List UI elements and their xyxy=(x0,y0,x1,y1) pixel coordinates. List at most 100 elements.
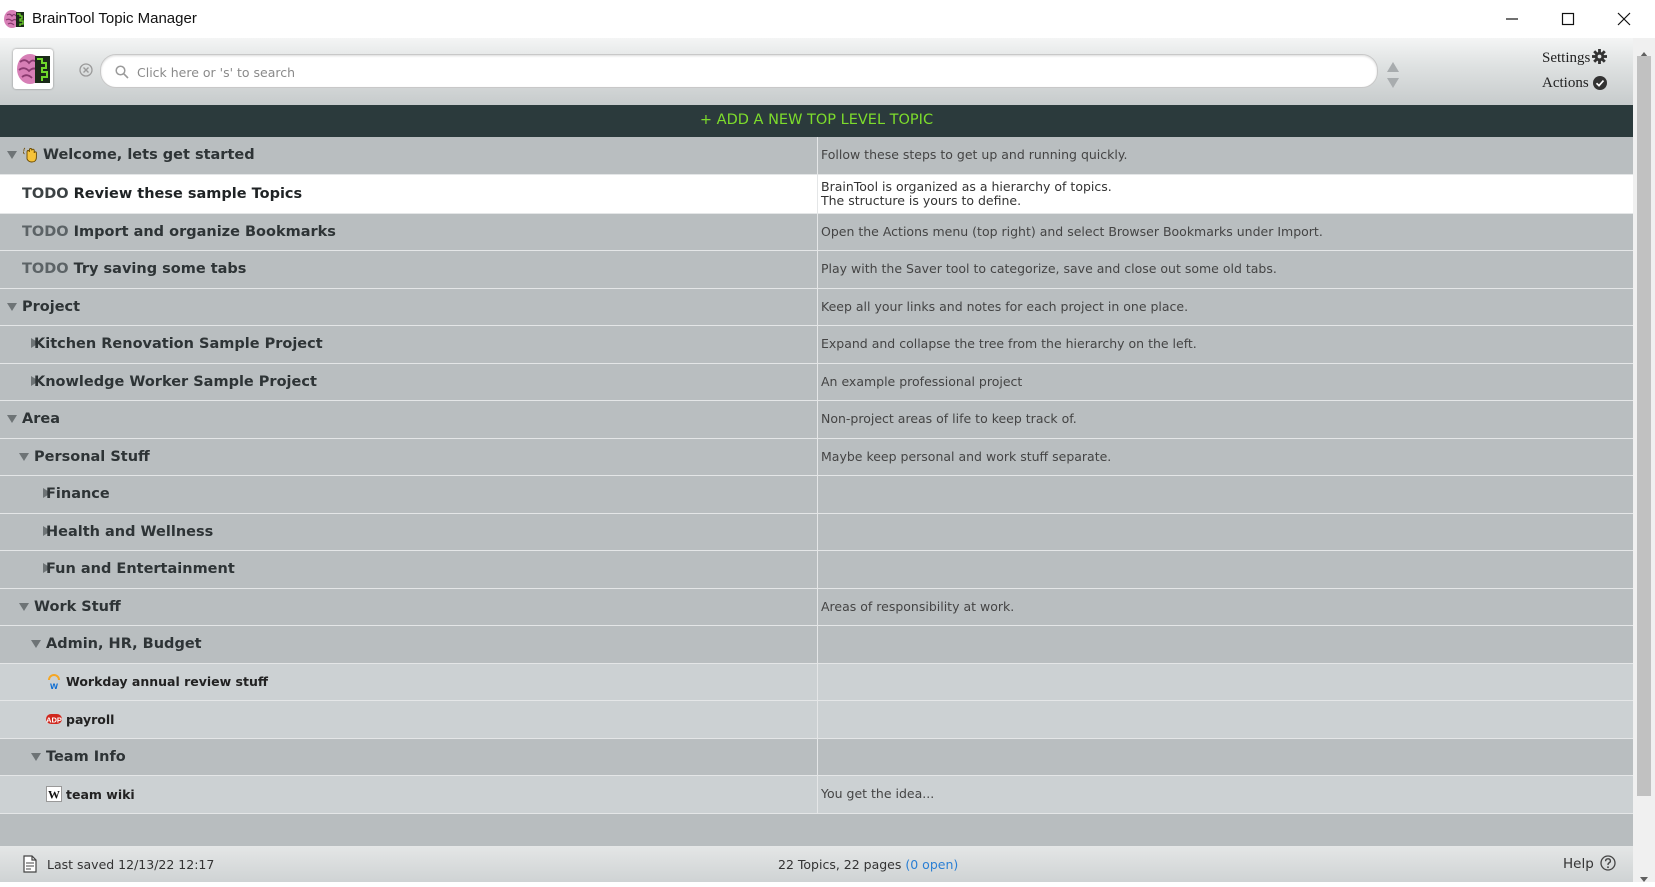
link-title[interactable]: ADP payroll xyxy=(46,701,114,738)
topic-note-cell[interactable] xyxy=(817,701,1633,738)
todo-badge[interactable]: TODO xyxy=(22,261,69,277)
topic-note-cell[interactable]: Maybe keep personal and work stuff separ… xyxy=(817,438,1633,475)
collapse-arrow-icon[interactable] xyxy=(7,302,17,311)
topic-title[interactable]: TODO Try saving some tabs xyxy=(22,251,246,288)
topic-name-cell[interactable]: TODO Try saving some tabs xyxy=(0,251,815,288)
topic-row[interactable]: Finance xyxy=(0,476,1633,514)
topic-note-cell[interactable] xyxy=(817,738,1633,775)
topic-row[interactable]: Kitchen Renovation Sample Project Expand … xyxy=(0,326,1633,364)
topic-note-cell[interactable]: Keep all your links and notes for each p… xyxy=(817,288,1633,325)
topic-row[interactable]: Admin, HR, Budget xyxy=(0,626,1633,664)
collapse-arrow-icon[interactable] xyxy=(19,602,29,611)
link-row[interactable]: Wteam wiki You get the idea... xyxy=(0,776,1633,814)
topic-note-cell[interactable]: Follow these steps to get up and running… xyxy=(817,137,1633,174)
topic-name-cell[interactable]: TODO Review these sample Topics xyxy=(0,175,815,213)
topic-title[interactable]: Welcome, lets get started xyxy=(22,137,255,174)
topic-title[interactable]: TODO Import and organize Bookmarks xyxy=(22,214,336,251)
topic-title[interactable]: Area xyxy=(22,401,60,438)
scrollbar-thumb[interactable] xyxy=(1637,56,1651,796)
topic-note-cell[interactable]: Expand and collapse the tree from the hi… xyxy=(817,326,1633,363)
topic-note-cell[interactable] xyxy=(817,513,1633,550)
topic-row[interactable]: Work Stuff Areas of responsibility at wor… xyxy=(0,588,1633,626)
link-row[interactable]: ADP payroll xyxy=(0,701,1633,739)
minimize-button[interactable] xyxy=(1484,0,1540,38)
scroll-down-icon[interactable] xyxy=(1639,868,1649,887)
topic-title[interactable]: Health and Wellness xyxy=(46,514,213,551)
topic-row[interactable]: Project Keep all your links and notes for… xyxy=(0,288,1633,326)
topic-title[interactable]: Fun and Entertainment xyxy=(46,551,235,588)
todo-badge[interactable]: TODO xyxy=(22,224,69,240)
topic-title[interactable]: Kitchen Renovation Sample Project xyxy=(34,326,323,363)
link-row[interactable]: w Workday annual review stuff xyxy=(0,663,1633,701)
topic-note-cell[interactable]: BrainTool is organized as a hierarchy of… xyxy=(817,174,1633,213)
braintool-logo[interactable] xyxy=(13,49,53,89)
topic-note-cell[interactable]: Play with the Saver tool to categorize, … xyxy=(817,251,1633,288)
search-next-icon[interactable] xyxy=(1386,74,1400,93)
topic-name-cell[interactable]: Fun and Entertainment xyxy=(0,551,815,588)
topic-note-cell[interactable]: You get the idea... xyxy=(817,776,1633,813)
close-button[interactable] xyxy=(1596,0,1652,38)
gear-icon[interactable] xyxy=(1592,49,1607,68)
topic-note-cell[interactable]: Areas of responsibility at work. xyxy=(817,588,1633,625)
search-input[interactable] xyxy=(135,60,1369,84)
file-icon[interactable] xyxy=(22,855,38,877)
topic-name-cell[interactable]: Team Info xyxy=(0,739,815,776)
topic-row[interactable]: TODO Import and organize Bookmarks Open th… xyxy=(0,213,1633,251)
topic-note-cell[interactable]: Open the Actions menu (top right) and se… xyxy=(817,213,1633,250)
topic-note-cell[interactable]: Non-project areas of life to keep track … xyxy=(817,401,1633,438)
vertical-scrollbar[interactable] xyxy=(1633,38,1655,882)
topic-note-cell[interactable]: An example professional project xyxy=(817,363,1633,400)
topic-title[interactable]: Team Info xyxy=(46,739,126,776)
help-icon[interactable] xyxy=(1600,855,1616,875)
collapse-arrow-icon[interactable] xyxy=(31,752,41,761)
link-title[interactable]: Wteam wiki xyxy=(46,776,135,813)
topic-note-cell[interactable] xyxy=(817,663,1633,700)
topic-name-cell[interactable]: Health and Wellness xyxy=(0,514,815,551)
clear-search-icon[interactable] xyxy=(79,62,93,77)
todo-badge[interactable]: TODO xyxy=(22,186,69,202)
collapse-arrow-icon[interactable] xyxy=(7,415,17,423)
topic-row[interactable]: Fun and Entertainment xyxy=(0,551,1633,589)
topic-title[interactable]: Knowledge Worker Sample Project xyxy=(34,364,317,401)
collapse-arrow-icon[interactable] xyxy=(19,452,29,461)
topic-title[interactable]: Work Stuff xyxy=(34,589,121,626)
topic-note-cell[interactable] xyxy=(817,551,1633,588)
topic-note-cell[interactable] xyxy=(817,626,1633,663)
topic-row[interactable]: Knowledge Worker Sample Project An exampl… xyxy=(0,363,1633,401)
topic-row[interactable]: Area Non-project areas of life to keep tr… xyxy=(0,401,1633,439)
maximize-button[interactable] xyxy=(1540,0,1596,38)
topic-title[interactable]: Project xyxy=(22,289,80,326)
topic-name-cell[interactable]: Kitchen Renovation Sample Project xyxy=(0,326,815,363)
add-top-level-topic-button[interactable]: + ADD A NEW TOP LEVEL TOPIC xyxy=(0,105,1633,137)
topic-name-cell[interactable]: Finance xyxy=(0,476,815,513)
topic-row[interactable]: Health and Wellness xyxy=(0,513,1633,551)
topic-name-cell[interactable]: Project xyxy=(0,289,815,326)
topic-name-cell[interactable]: Wteam wiki xyxy=(0,776,815,813)
topic-name-cell[interactable]: Personal Stuff xyxy=(0,439,815,476)
topic-title[interactable]: Admin, HR, Budget xyxy=(46,626,202,663)
topic-name-cell[interactable]: Area xyxy=(0,401,815,438)
topic-row[interactable]: TODO Try saving some tabs Play with the Sa… xyxy=(0,251,1633,289)
collapse-arrow-icon[interactable] xyxy=(31,640,41,648)
topic-note-cell[interactable] xyxy=(817,476,1633,513)
topic-title[interactable]: Finance xyxy=(46,476,110,513)
topic-name-cell[interactable]: Welcome, lets get started xyxy=(0,137,815,174)
topic-name-cell[interactable]: ADP payroll xyxy=(0,701,815,738)
help-link[interactable]: Help xyxy=(1563,856,1594,872)
topic-name-cell[interactable]: w Workday annual review stuff xyxy=(0,664,815,701)
open-count-link[interactable]: (0 open) xyxy=(905,857,958,872)
topic-row[interactable]: Welcome, lets get started Follow these st… xyxy=(0,137,1633,175)
check-circle-icon[interactable] xyxy=(1593,75,1607,94)
topic-title[interactable]: TODO Review these sample Topics xyxy=(22,175,302,213)
topic-row[interactable]: Personal Stuff Maybe keep personal and wo… xyxy=(0,438,1633,476)
collapse-arrow-icon[interactable] xyxy=(7,151,17,159)
topic-name-cell[interactable]: Work Stuff xyxy=(0,589,815,626)
topic-name-cell[interactable]: Admin, HR, Budget xyxy=(0,626,815,663)
settings-link[interactable]: Settings xyxy=(1542,50,1590,67)
search-box[interactable] xyxy=(100,54,1378,88)
topic-name-cell[interactable]: Knowledge Worker Sample Project xyxy=(0,364,815,401)
topic-title[interactable]: Personal Stuff xyxy=(34,439,150,476)
topic-name-cell[interactable]: TODO Import and organize Bookmarks xyxy=(0,214,815,251)
link-title[interactable]: w Workday annual review stuff xyxy=(46,664,268,701)
actions-link[interactable]: Actions xyxy=(1542,75,1589,92)
